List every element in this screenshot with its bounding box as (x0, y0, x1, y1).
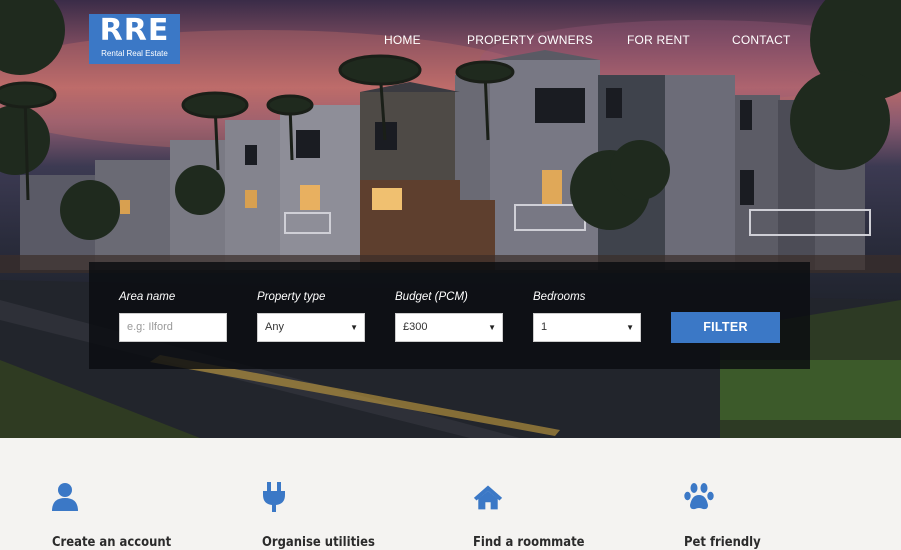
feature-find-roommate: Find a roommate (473, 482, 673, 550)
chevron-down-icon: ▼ (626, 323, 634, 332)
budget-field: Budget (PCM) £300 ▼ (395, 290, 503, 342)
area-name-input[interactable]: e.g: Ilford (119, 313, 227, 342)
features-section: Create an account Organise utilities Fin… (0, 438, 901, 550)
paw-icon (684, 483, 714, 510)
budget-label: Budget (PCM) (395, 291, 468, 303)
budget-select[interactable]: £300 ▼ (395, 313, 503, 342)
home-icon (473, 485, 503, 510)
bedrooms-value: 1 (541, 321, 548, 333)
feature-organise-utilities: Organise utilities (262, 482, 462, 550)
property-type-select[interactable]: Any ▼ (257, 313, 365, 342)
property-type-label: Property type (257, 291, 326, 303)
bedrooms-field: Bedrooms 1 ▼ (533, 290, 641, 342)
bedrooms-select[interactable]: 1 ▼ (533, 313, 641, 342)
property-search-panel: Area name e.g: Ilford Property type Any … (89, 262, 810, 369)
feature-create-account: Create an account (52, 482, 252, 550)
feature-pet-friendly: Pet friendly (684, 482, 884, 550)
feature-title: Organise utilities (262, 534, 375, 550)
plug-icon (263, 482, 285, 512)
feature-title: Find a roommate (473, 534, 585, 550)
area-name-field: Area name e.g: Ilford (119, 290, 227, 342)
budget-value: £300 (403, 321, 428, 333)
area-name-label: Area name (119, 291, 176, 303)
nav-property-owners[interactable]: PROPERTY OWNERS (467, 33, 593, 47)
hero-background-image (0, 0, 901, 438)
property-type-value: Any (265, 321, 284, 333)
nav-contact[interactable]: CONTACT (732, 33, 791, 47)
nav-for-rent[interactable]: FOR RENT (627, 33, 690, 47)
feature-title: Create an account (52, 534, 172, 550)
user-icon (52, 483, 78, 511)
chevron-down-icon: ▼ (488, 323, 496, 332)
nav-home[interactable]: HOME (384, 33, 421, 47)
bedrooms-label: Bedrooms (533, 291, 586, 303)
chevron-down-icon: ▼ (350, 323, 358, 332)
filter-button[interactable]: FILTER (671, 312, 780, 343)
feature-title: Pet friendly (684, 534, 761, 550)
hero-banner: RRE Rental Real Estate HOME PROPERTY OWN… (0, 0, 901, 438)
logo-subtitle: Rental Real Estate (101, 49, 168, 58)
property-type-field: Property type Any ▼ (257, 290, 365, 342)
main-nav: HOME PROPERTY OWNERS FOR RENT CONTACT (0, 33, 901, 49)
